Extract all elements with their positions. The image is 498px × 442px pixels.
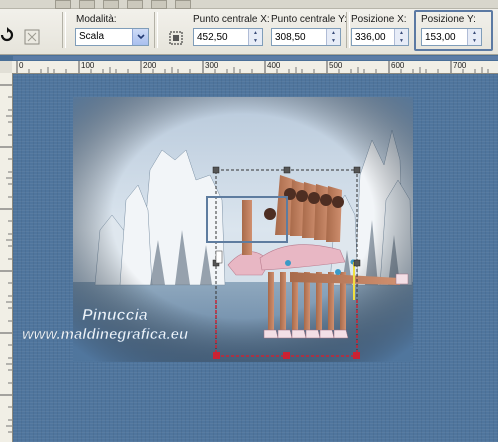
watermark-line2: www.maldinegrafica.eu (22, 326, 188, 343)
resize-handle-bl[interactable] (213, 352, 220, 359)
watermark-line1: Pinuccia (82, 307, 148, 324)
resize-handle-b[interactable] (283, 352, 290, 359)
resize-handle-tr[interactable] (353, 166, 361, 174)
resize-handle-t[interactable] (283, 166, 291, 174)
resize-handle-tl[interactable] (212, 166, 220, 174)
resize-handle-br[interactable] (353, 352, 360, 359)
image-canvas[interactable]: Pinuccia www.maldinegrafica.eu (0, 0, 498, 442)
rotation-handle[interactable] (215, 250, 223, 264)
resize-handle-r[interactable] (353, 259, 361, 267)
